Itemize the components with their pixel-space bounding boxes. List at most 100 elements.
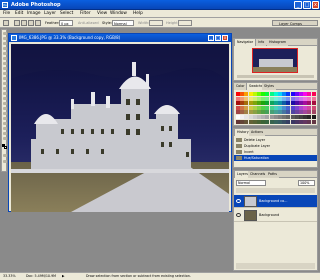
crop-tool-icon[interactable] (3, 52, 7, 55)
style-select[interactable]: Normal (112, 20, 134, 26)
history-item-label: Delete Layer (244, 138, 266, 142)
pen-tool-icon[interactable] (3, 112, 7, 115)
document-window: IMG_6386.JPG @ 33.3% (Background copy, R… (8, 33, 232, 212)
doc-minimize-button[interactable]: _ (208, 35, 214, 41)
tab-styles[interactable]: Styles (262, 83, 276, 90)
tab-navigator[interactable]: Navigator (234, 39, 257, 46)
subtract-selection-icon[interactable] (28, 20, 34, 26)
history-panel: History Actions Delete Layer Duplicate L… (233, 128, 318, 168)
app-title: Adobe Photoshop (11, 2, 61, 8)
color-swatch[interactable] (311, 115, 316, 119)
status-bar: 33.33% Doc: 5.49M/10.9M ▶ Draw selection… (0, 272, 320, 280)
add-selection-icon[interactable] (21, 20, 27, 26)
history-item-icon (236, 144, 242, 148)
color-swatch[interactable] (311, 105, 316, 110)
navigator-zoom-slider[interactable] (237, 75, 314, 78)
menu-help[interactable]: Help (133, 10, 143, 18)
shape-tool-icon[interactable] (3, 117, 7, 120)
clone-stamp-icon[interactable] (3, 72, 7, 75)
layer-row[interactable]: Background (234, 209, 317, 222)
marquee-tool-icon[interactable] (3, 37, 7, 40)
layers-tabs: Layers Channels Paths (234, 171, 317, 178)
color-swatch[interactable] (311, 119, 316, 124)
history-item-selected[interactable]: Hue/Saturation (234, 155, 317, 161)
eye-icon[interactable] (236, 213, 241, 217)
hand-tool-icon[interactable] (3, 132, 7, 135)
color-swatch[interactable] (311, 92, 316, 96)
healing-brush-icon[interactable] (3, 62, 7, 65)
width-label: Width: (138, 21, 150, 25)
width-input[interactable] (149, 20, 163, 26)
color-swatch[interactable] (311, 110, 316, 115)
dodge-tool-icon[interactable] (3, 97, 7, 100)
lasso-tool-icon[interactable] (3, 42, 7, 45)
tab-info[interactable]: Info (256, 39, 267, 46)
eyedropper-tool-icon[interactable] (3, 127, 7, 130)
color-swatch[interactable] (311, 101, 316, 106)
options-bar: Feather: 0 px Anti-aliased Style: Normal… (0, 18, 320, 28)
tab-paths[interactable]: Paths (266, 171, 279, 178)
tab-actions[interactable]: Actions (249, 129, 266, 136)
slice-tool-icon[interactable] (3, 57, 7, 60)
history-item-label: Invert (244, 150, 254, 154)
menu-edit[interactable]: Edit (15, 10, 23, 18)
menu-layer[interactable]: Layer (44, 10, 56, 18)
eraser-tool-icon[interactable] (3, 82, 7, 85)
menu-view[interactable]: View (97, 10, 107, 18)
style-label: Style: (102, 21, 112, 25)
brush-tool-icon[interactable] (3, 67, 7, 70)
palette-well[interactable]: Layer Comps (272, 20, 318, 26)
path-select-icon[interactable] (3, 102, 7, 105)
tab-color[interactable]: Color (234, 83, 247, 90)
screen-mode-icon[interactable] (3, 160, 7, 163)
zoom-level[interactable]: 33.33% (3, 273, 16, 280)
menu-filter[interactable]: Filter (80, 10, 91, 18)
history-item-label: Hue/Saturation (244, 156, 269, 160)
photoshop-window: Ps Adobe Photoshop _ □ x File Edit Image… (0, 0, 320, 280)
image-canvas[interactable] (11, 44, 229, 212)
quick-mask-icon[interactable] (3, 154, 7, 157)
eye-icon[interactable] (236, 199, 241, 203)
new-selection-icon[interactable] (14, 20, 20, 26)
blend-mode-select[interactable]: Normal (236, 180, 266, 186)
navigator-preview-castle (259, 59, 293, 67)
feather-label: Feather: (45, 21, 60, 25)
menu-select[interactable]: Select (60, 10, 73, 18)
height-label: Height: (166, 21, 179, 25)
menu-image[interactable]: Image (27, 10, 40, 18)
notes-tool-icon[interactable] (3, 122, 7, 125)
play-icon[interactable]: ▶ (62, 273, 65, 280)
background-color-swatch[interactable] (4, 146, 7, 149)
swatches-panel: Color Swatches Styles (233, 82, 318, 126)
menu-file[interactable]: File (3, 10, 10, 18)
menu-window[interactable]: Window (110, 10, 127, 18)
close-button[interactable]: x (312, 1, 319, 9)
layers-panel: Layers Channels Paths Normal 100% Backgr… (233, 170, 318, 271)
navigator-preview[interactable] (252, 48, 298, 73)
gradient-tool-icon[interactable] (3, 87, 7, 90)
tab-histogram[interactable]: Histogram (267, 39, 289, 46)
feather-input[interactable]: 0 px (59, 20, 73, 26)
move-tool-icon[interactable] (3, 32, 7, 35)
anti-aliased-checkbox[interactable]: Anti-aliased (78, 20, 99, 26)
navigator-tabs: Navigator Info Histogram (234, 39, 317, 46)
maximize-button[interactable]: □ (303, 1, 311, 9)
layer-row-selected[interactable]: Background co... (234, 195, 317, 208)
zoom-tool-icon[interactable] (3, 137, 7, 140)
height-input[interactable] (178, 20, 192, 26)
magic-wand-icon[interactable] (3, 47, 7, 50)
intersect-selection-icon[interactable] (35, 20, 41, 26)
photoshop-app-icon: Ps (2, 2, 8, 8)
type-tool-icon[interactable] (3, 107, 7, 110)
marquee-tool-icon[interactable] (3, 20, 9, 26)
tab-channels[interactable]: Channels (248, 171, 268, 178)
doc-size[interactable]: Doc: 5.49M/10.9M (26, 273, 56, 280)
blur-tool-icon[interactable] (3, 92, 7, 95)
history-brush-icon[interactable] (3, 77, 7, 80)
opacity-input[interactable]: 100% (298, 180, 315, 186)
minimize-button[interactable]: _ (294, 1, 302, 9)
doc-maximize-button[interactable]: □ (215, 35, 221, 41)
doc-close-button[interactable]: x (222, 35, 228, 41)
layer-comps-tab[interactable]: Layer Comps (279, 21, 302, 27)
color-swatch[interactable] (311, 96, 316, 101)
